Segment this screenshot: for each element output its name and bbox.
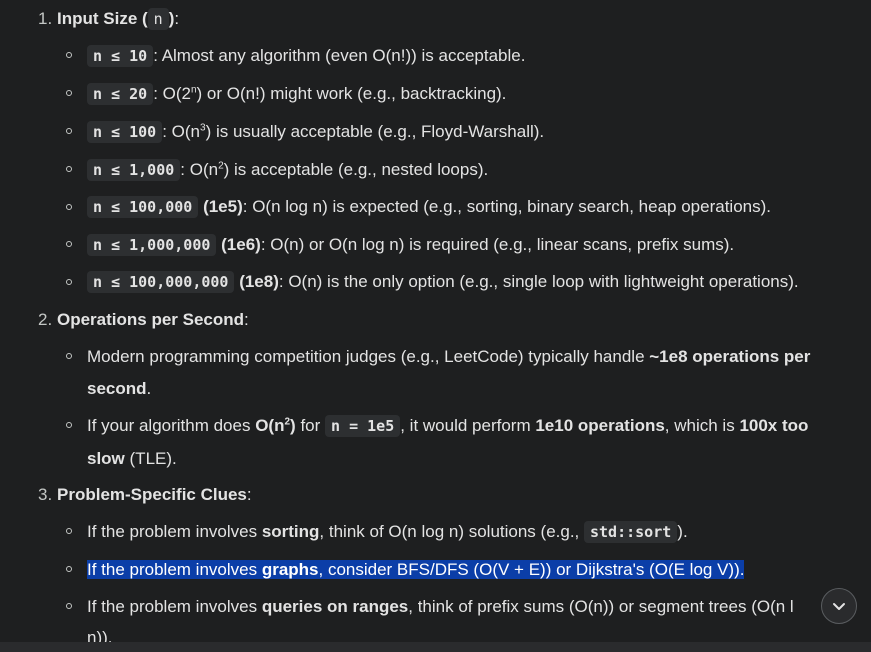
bullet bbox=[66, 241, 72, 247]
list-item: n ≤ 1,000: O(n2) is acceptable (e.g., ne… bbox=[87, 159, 488, 181]
list-item: n ≤ 10: Almost any algorithm (even O(n!)… bbox=[87, 45, 525, 67]
list-item-continuation: slow (TLE). bbox=[87, 449, 177, 468]
chevron-down-icon bbox=[833, 603, 845, 610]
list-item: n ≤ 20: O(2n) or O(n!) might work (e.g.,… bbox=[87, 83, 506, 105]
list-item: n ≤ 1,000,000 (1e6): O(n) or O(n log n) … bbox=[87, 234, 734, 256]
bullet bbox=[66, 52, 72, 58]
bullet bbox=[66, 166, 72, 172]
list-item: Modern programming competition judges (e… bbox=[87, 347, 811, 366]
list-item: n ≤ 100,000 (1e5): O(n log n) is expecte… bbox=[87, 196, 771, 218]
bullet bbox=[66, 422, 72, 428]
list-item-continuation: second. bbox=[87, 379, 152, 398]
list-item: If the problem involves queries on range… bbox=[87, 597, 794, 616]
list-item: n ≤ 100,000,000 (1e8): O(n) is the only … bbox=[87, 271, 799, 293]
bottom-bar bbox=[0, 642, 871, 652]
section-number: 1. bbox=[38, 9, 53, 28]
bullet bbox=[66, 353, 72, 359]
list-item: If the problem involves sorting, think o… bbox=[87, 521, 688, 543]
scroll-down-button[interactable] bbox=[821, 588, 857, 624]
list-item: n ≤ 100: O(n3) is usually acceptable (e.… bbox=[87, 121, 544, 143]
bullet bbox=[66, 603, 72, 609]
section-number: 2. bbox=[38, 310, 53, 329]
bullet bbox=[66, 204, 72, 210]
bullet bbox=[66, 90, 72, 96]
bullet bbox=[66, 566, 72, 572]
section-title-operations: Operations per Second: bbox=[57, 310, 249, 329]
section-number: 3. bbox=[38, 485, 53, 504]
section-title-clues: Problem-Specific Clues: bbox=[57, 485, 252, 504]
list-item: If your algorithm does O(n2) for n = 1e5… bbox=[87, 415, 809, 437]
list-item-selected: If the problem involves graphs, consider… bbox=[87, 560, 745, 579]
section-title-input-size: Input Size (n): bbox=[57, 8, 180, 30]
bullet bbox=[66, 279, 72, 285]
bullet bbox=[66, 128, 72, 134]
bullet bbox=[66, 528, 72, 534]
